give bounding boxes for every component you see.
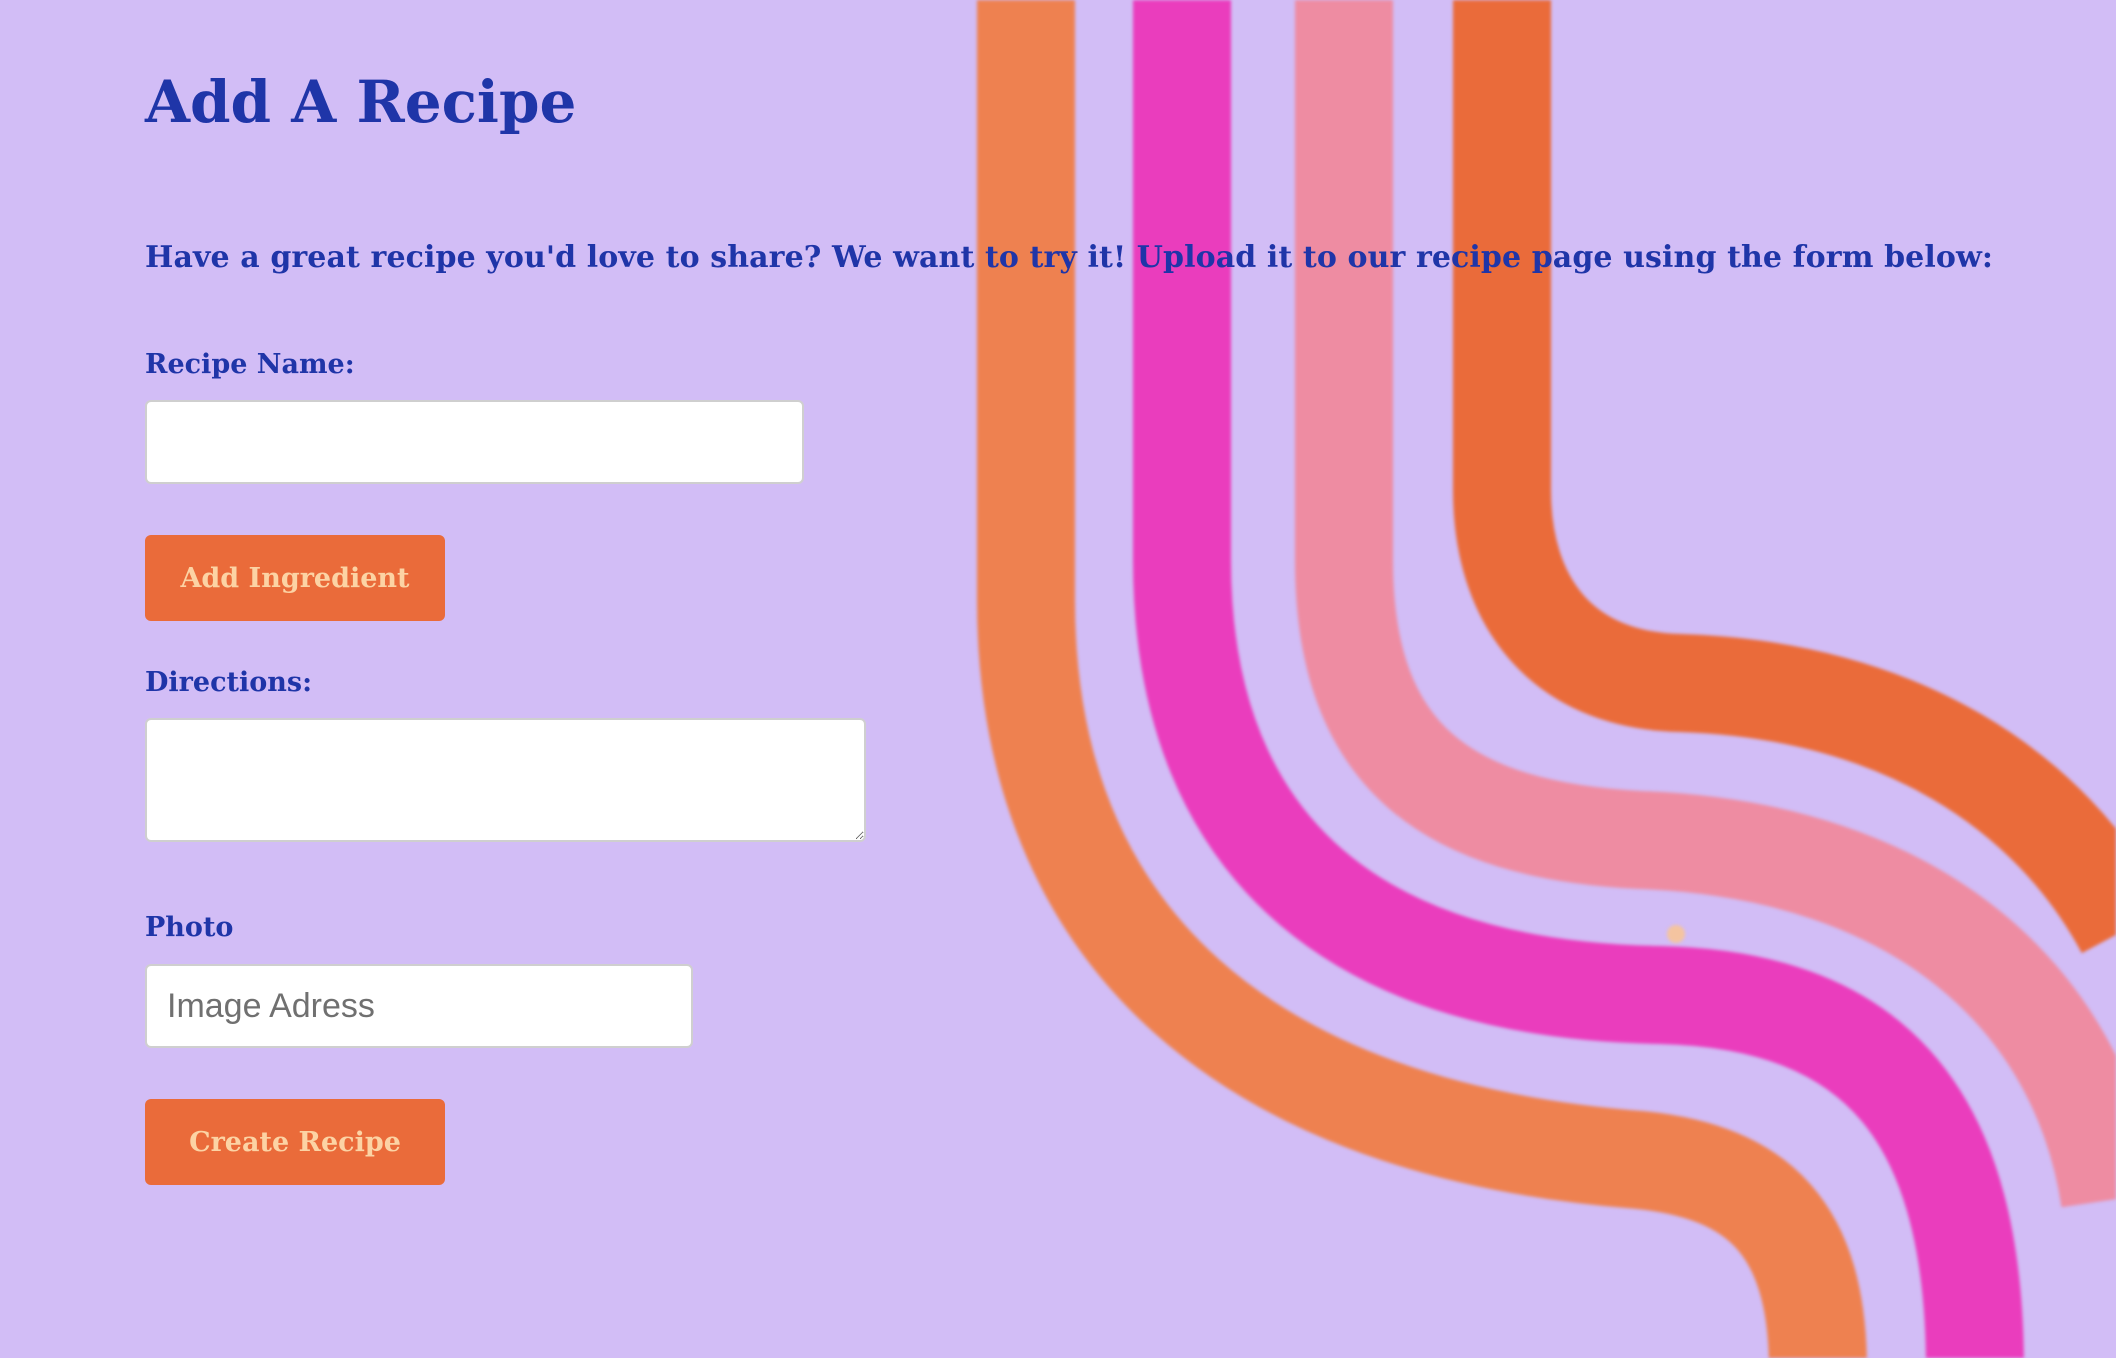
directions-textarea[interactable] <box>145 718 866 842</box>
add-ingredient-button[interactable]: Add Ingredient <box>145 535 445 621</box>
page-title: Add A Recipe <box>145 68 577 136</box>
recipe-name-label: Recipe Name: <box>145 349 355 380</box>
photo-label: Photo <box>145 912 234 943</box>
create-recipe-button[interactable]: Create Recipe <box>145 1099 445 1185</box>
recipe-name-input[interactable] <box>145 400 804 484</box>
intro-text: Have a great recipe you'd love to share?… <box>145 240 1994 275</box>
recipe-form-page: Add A Recipe Have a great recipe you'd l… <box>0 0 2116 1358</box>
photo-url-input[interactable] <box>145 964 693 1048</box>
directions-label: Directions: <box>145 667 313 698</box>
